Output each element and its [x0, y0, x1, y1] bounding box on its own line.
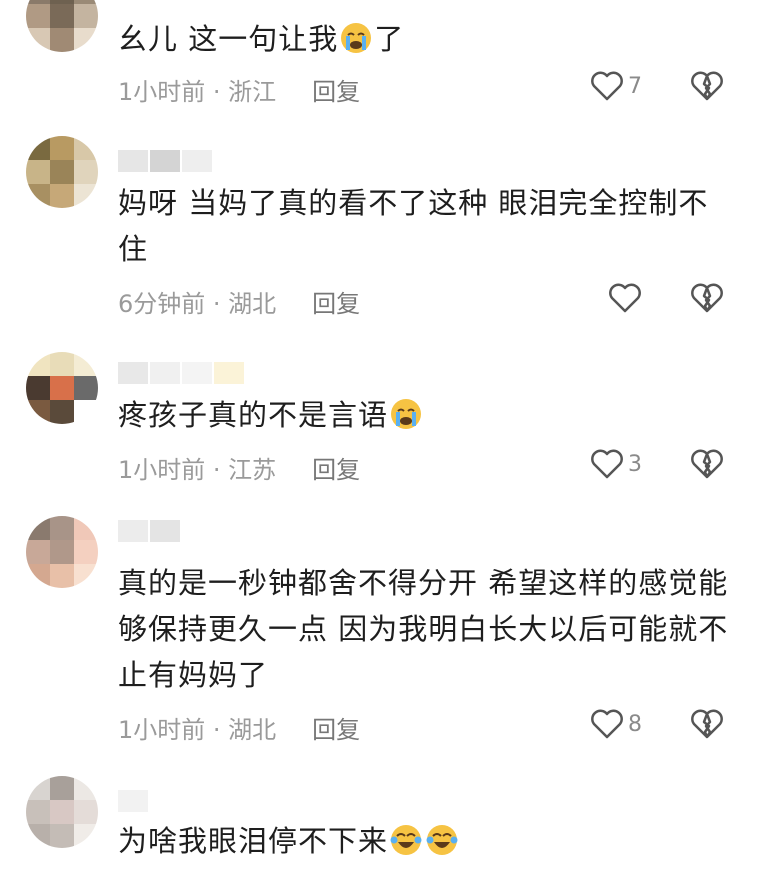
- like-button[interactable]: 8: [590, 708, 642, 740]
- dislike-button[interactable]: [690, 282, 724, 318]
- comment-time: 1小时前: [118, 456, 206, 484]
- comment-meta: 1小时前 · 江苏 回复: [118, 456, 361, 484]
- reply-button[interactable]: 回复: [312, 456, 360, 484]
- username-blurred[interactable]: [118, 520, 180, 542]
- avatar[interactable]: [26, 0, 98, 52]
- comment-location: 浙江: [228, 78, 277, 106]
- comment-text: 幺儿 这一句让我了: [118, 22, 405, 56]
- username-blurred[interactable]: [118, 362, 244, 384]
- tears-of-joy-emoji: [426, 825, 458, 855]
- heart-icon: [591, 71, 623, 101]
- broken-heart-icon: [691, 283, 723, 313]
- like-count: 7: [628, 73, 642, 99]
- reply-button[interactable]: 回复: [312, 78, 360, 106]
- broken-heart-icon: [691, 71, 723, 101]
- comment-location: 湖北: [228, 290, 277, 318]
- comment-text: 真的是一秒钟都舍不得分开 希望这样的感觉能够保持更久一点 因为我明白长大以后可能…: [118, 566, 729, 692]
- comment-time: 1小时前: [118, 716, 206, 744]
- broken-heart-icon: [691, 449, 723, 479]
- tears-of-joy-emoji: [390, 825, 422, 855]
- comment-meta: 6分钟前 · 湖北 回复: [118, 290, 361, 318]
- like-count: 3: [628, 451, 642, 477]
- username-blurred[interactable]: [118, 150, 212, 172]
- comment-meta: 1小时前 · 湖北 回复: [118, 716, 361, 744]
- comment-location: 湖北: [228, 716, 277, 744]
- comment-text: 为啥我眼泪停不下来: [118, 818, 731, 864]
- username-blurred[interactable]: [118, 790, 148, 812]
- reply-button[interactable]: 回复: [312, 716, 360, 744]
- dislike-button[interactable]: [690, 448, 724, 484]
- dislike-button[interactable]: [690, 708, 724, 744]
- reply-button[interactable]: 回复: [312, 290, 360, 318]
- heart-icon: [591, 709, 623, 739]
- avatar[interactable]: [26, 776, 98, 848]
- like-button[interactable]: 3: [590, 448, 642, 480]
- like-button[interactable]: [608, 282, 646, 314]
- heart-icon: [609, 283, 641, 313]
- heart-icon: [591, 449, 623, 479]
- comment-text: 妈呀 当妈了真的看不了这种 眼泪完全控制不住: [118, 186, 709, 266]
- dislike-button[interactable]: [690, 70, 724, 106]
- avatar[interactable]: [26, 136, 98, 208]
- comment-meta: 1小时前 · 浙江 回复: [118, 78, 361, 106]
- avatar[interactable]: [26, 516, 98, 588]
- comment-location: 江苏: [228, 456, 277, 484]
- comment-text: 疼孩子真的不是言语: [118, 392, 731, 438]
- loudly-crying-face-emoji: [391, 399, 422, 429]
- like-count: 8: [628, 711, 642, 737]
- comment-time: 1小时前: [118, 78, 206, 106]
- avatar[interactable]: [26, 352, 98, 424]
- like-button[interactable]: 7: [590, 70, 642, 102]
- loudly-crying-face-emoji: [341, 23, 372, 53]
- broken-heart-icon: [691, 709, 723, 739]
- comment-time: 6分钟前: [118, 290, 206, 318]
